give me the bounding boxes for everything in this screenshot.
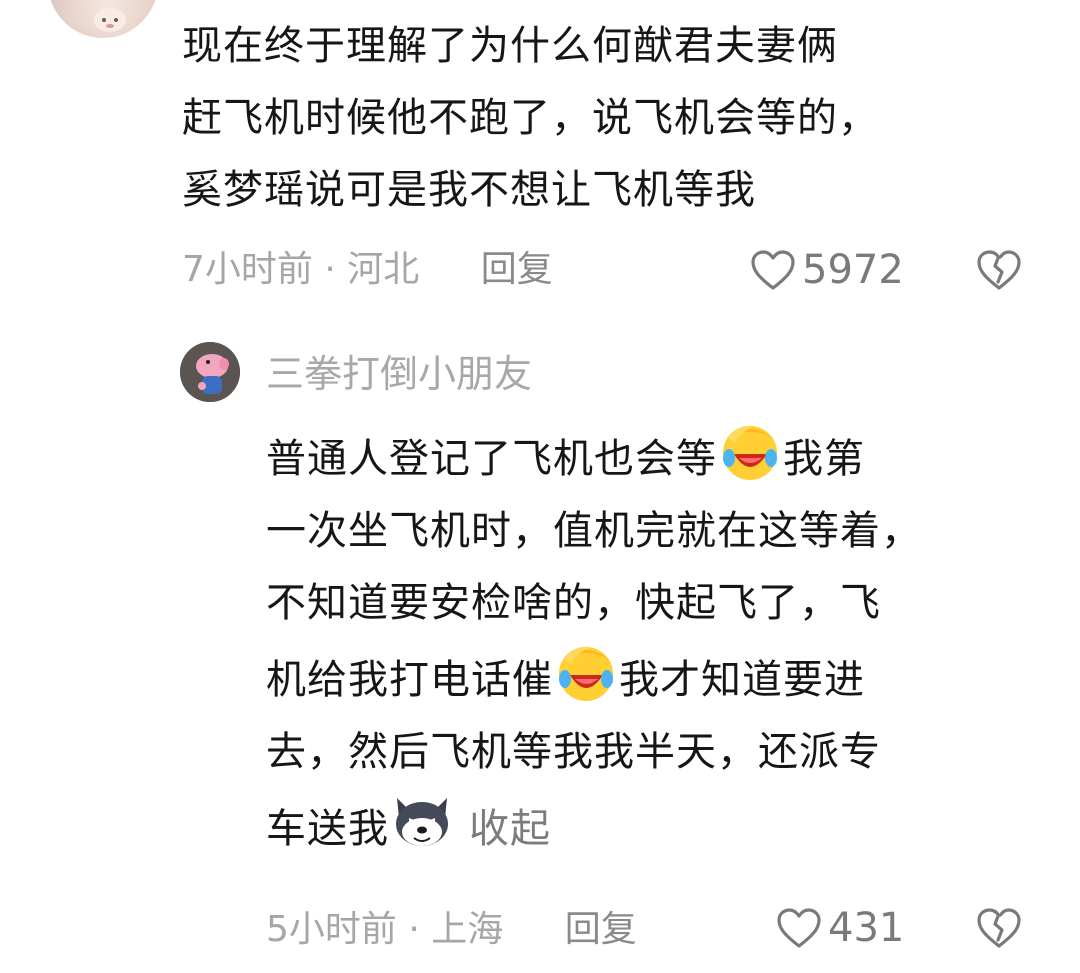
comment-line: 现在终于理解了为什么何猷君夫妻俩 bbox=[182, 23, 838, 69]
reply-text: 我才知道要进 bbox=[619, 657, 865, 703]
meta-separator: · bbox=[324, 249, 348, 290]
dislike-button[interactable] bbox=[975, 904, 1023, 952]
like-count: 5972 bbox=[802, 247, 904, 293]
facepalm-laugh-emoji bbox=[559, 646, 613, 701]
like-button[interactable]: 5972 bbox=[750, 246, 904, 294]
reply-username[interactable]: 三拳打倒小朋友 bbox=[266, 350, 532, 398]
meta-separator: · bbox=[408, 909, 432, 950]
broken-heart-icon bbox=[977, 908, 1021, 948]
reply-text: 普通人登记了飞机也会等 bbox=[266, 436, 717, 482]
comment-time: 7小时前 bbox=[182, 249, 313, 290]
husky-dog-emoji bbox=[396, 798, 448, 846]
reply-line: 机给我打电话催 我才知道要进 bbox=[266, 639, 922, 716]
heart-outline-icon bbox=[777, 908, 821, 948]
like-button[interactable]: 431 bbox=[776, 904, 904, 952]
like-count: 431 bbox=[828, 905, 905, 951]
reply-body: 普通人登记了飞机也会等 我第 一次坐飞机时，值机完就在这等着， 不知道要安检啥的… bbox=[266, 418, 922, 865]
reply-meta: 5小时前 · 上海 回复 bbox=[266, 906, 637, 954]
broken-heart-icon bbox=[977, 250, 1021, 290]
dislike-button[interactable] bbox=[975, 246, 1023, 294]
comment-meta: 7小时前 · 河北 回复 bbox=[182, 246, 553, 294]
reply-line: 去，然后飞机等我我半天，还派专 bbox=[266, 729, 881, 775]
reply-line: 普通人登记了飞机也会等 我第 bbox=[266, 418, 922, 495]
comment-location: 河北 bbox=[347, 249, 420, 290]
collapse-button[interactable]: 收起 bbox=[469, 806, 551, 852]
comment-line: 奚梦瑶说可是我不想让飞机等我 bbox=[182, 167, 756, 213]
reply-button[interactable]: 回复 bbox=[565, 909, 637, 950]
facepalm-laugh-emoji bbox=[723, 425, 777, 480]
comment-body: 现在终于理解了为什么何猷君夫妻俩 赶飞机时候他不跑了，说飞机会等的， 奚梦瑶说可… bbox=[182, 10, 879, 226]
comment-line: 赶飞机时候他不跑了，说飞机会等的， bbox=[182, 95, 879, 141]
reply-button[interactable]: 回复 bbox=[481, 249, 553, 290]
reply-line: 不知道要安检啥的，快起飞了，飞 bbox=[266, 580, 881, 626]
reply-text: 我第 bbox=[783, 436, 865, 482]
reply-time: 5小时前 bbox=[266, 909, 397, 950]
reply-text: 机给我打电话催 bbox=[266, 657, 553, 703]
reply-location: 上海 bbox=[431, 909, 504, 950]
reply-line: 车送我 收起 bbox=[266, 788, 922, 865]
commenter-avatar[interactable] bbox=[48, 0, 158, 38]
reply-line: 一次坐飞机时，值机完就在这等着， bbox=[266, 508, 922, 554]
reply-avatar[interactable] bbox=[180, 342, 240, 402]
reply-text: 车送我 bbox=[266, 806, 389, 852]
heart-outline-icon bbox=[751, 250, 795, 290]
